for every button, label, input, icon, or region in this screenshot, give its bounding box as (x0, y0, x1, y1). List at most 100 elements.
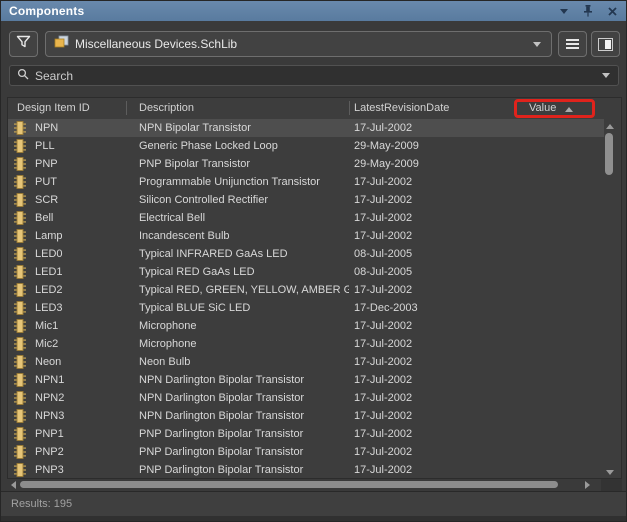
component-row[interactable]: PNP PNP Bipolar Transistor 29-May-2009 (8, 155, 604, 173)
filter-funnel-icon (16, 35, 31, 53)
component-row[interactable]: SCR Silicon Controlled Rectifier 17-Jul-… (8, 191, 604, 209)
component-chip-icon (13, 247, 27, 264)
cell-description: Incandescent Bulb (139, 230, 349, 242)
cell-design-item-id: NPN (35, 122, 130, 134)
cell-description: NPN Darlington Bipolar Transistor (139, 374, 349, 386)
component-row[interactable]: PUT Programmable Unijunction Transistor … (8, 173, 604, 191)
cell-description: Neon Bulb (139, 356, 349, 368)
table-header: Design Item ID Description LatestRevisio… (8, 98, 621, 119)
library-selector-value: Miscellaneous Devices.SchLib (75, 37, 237, 51)
component-chip-icon (13, 211, 27, 228)
results-count: Results: 195 (11, 498, 72, 510)
panel-menu-down-icon[interactable] (558, 5, 570, 17)
vertical-scrollbar[interactable] (603, 119, 618, 479)
component-row[interactable]: NPN NPN Bipolar Transistor 17-Jul-2002 (8, 119, 604, 137)
component-row[interactable]: PLL Generic Phase Locked Loop 29-May-200… (8, 137, 604, 155)
cell-design-item-id: PNP1 (35, 428, 130, 440)
cell-design-item-id: PUT (35, 176, 130, 188)
component-row[interactable]: Lamp Incandescent Bulb 17-Jul-2002 (8, 227, 604, 245)
cell-design-item-id: Lamp (35, 230, 130, 242)
cell-description: Typical RED, GREEN, YELLOW, AMBER Ga... (139, 284, 349, 296)
component-row[interactable]: Mic1 Microphone 17-Jul-2002 (8, 317, 604, 335)
cell-design-item-id: SCR (35, 194, 130, 206)
component-row[interactable]: LED0 Typical INFRARED GaAs LED 08-Jul-20… (8, 245, 604, 263)
vertical-scrollbar-thumb[interactable] (605, 133, 613, 175)
cell-design-item-id: PLL (35, 140, 130, 152)
component-row[interactable]: Neon Neon Bulb 17-Jul-2002 (8, 353, 604, 371)
cell-design-item-id: Mic1 (35, 320, 130, 332)
titlebar-controls (558, 1, 618, 21)
column-header-latest-revision-date[interactable]: LatestRevisionDate (354, 102, 449, 114)
component-chip-icon (13, 319, 27, 336)
column-header-design-item-id[interactable]: Design Item ID (17, 102, 90, 114)
cell-revision-date: 17-Jul-2002 (354, 194, 454, 206)
cell-design-item-id: PNP3 (35, 464, 130, 476)
component-chip-icon (13, 193, 27, 210)
cell-revision-date: 17-Jul-2002 (354, 428, 454, 440)
status-bar: Results: 195 (1, 491, 626, 516)
component-row[interactable]: PNP3 PNP Darlington Bipolar Transistor 1… (8, 461, 604, 479)
cell-revision-date: 17-Jul-2002 (354, 374, 454, 386)
component-row[interactable]: Bell Electrical Bell 17-Jul-2002 (8, 209, 604, 227)
cell-revision-date: 17-Jul-2002 (354, 122, 454, 134)
component-chip-icon (13, 391, 27, 408)
list-view-button[interactable] (558, 31, 587, 57)
component-chip-icon (13, 373, 27, 390)
cell-design-item-id: NPN1 (35, 374, 130, 386)
column-divider[interactable] (349, 101, 350, 115)
cell-revision-date: 17-Jul-2002 (354, 320, 454, 332)
component-row[interactable]: NPN3 NPN Darlington Bipolar Transistor 1… (8, 407, 604, 425)
pin-icon[interactable] (582, 5, 594, 17)
cell-description: Silicon Controlled Rectifier (139, 194, 349, 206)
scroll-right-icon[interactable] (585, 481, 590, 489)
search-dropdown-icon[interactable] (602, 73, 610, 78)
cell-description: Programmable Unijunction Transistor (139, 176, 349, 188)
scroll-down-icon[interactable] (606, 470, 614, 475)
cell-revision-date: 17-Jul-2002 (354, 212, 454, 224)
component-chip-icon (13, 445, 27, 462)
library-selector[interactable]: Miscellaneous Devices.SchLib (45, 31, 552, 57)
cell-description: Electrical Bell (139, 212, 349, 224)
component-row[interactable]: NPN1 NPN Darlington Bipolar Transistor 1… (8, 371, 604, 389)
scroll-up-icon[interactable] (606, 124, 614, 129)
search-box (9, 65, 619, 86)
cell-revision-date: 17-Jul-2002 (354, 176, 454, 188)
panel-bottom-edge (1, 516, 626, 522)
chevron-down-icon (533, 42, 541, 47)
cell-description: Microphone (139, 320, 349, 332)
component-chip-icon (13, 157, 27, 174)
cell-revision-date: 17-Jul-2002 (354, 392, 454, 404)
component-row[interactable]: NPN2 NPN Darlington Bipolar Transistor 1… (8, 389, 604, 407)
component-row[interactable]: LED3 Typical BLUE SiC LED 17-Dec-2003 (8, 299, 604, 317)
cell-revision-date: 17-Jul-2002 (354, 338, 454, 350)
component-row[interactable]: PNP2 PNP Darlington Bipolar Transistor 1… (8, 443, 604, 461)
cell-revision-date: 17-Jul-2002 (354, 446, 454, 458)
component-row[interactable]: LED2 Typical RED, GREEN, YELLOW, AMBER G… (8, 281, 604, 299)
column-divider[interactable] (126, 101, 127, 115)
cell-description: PNP Darlington Bipolar Transistor (139, 428, 349, 440)
horizontal-scrollbar-thumb[interactable] (20, 481, 558, 488)
cell-revision-date: 08-Jul-2005 (354, 248, 454, 260)
search-input[interactable] (35, 69, 602, 83)
component-chip-icon (13, 265, 27, 282)
component-row[interactable]: PNP1 PNP Darlington Bipolar Transistor 1… (8, 425, 604, 443)
cell-design-item-id: Neon (35, 356, 130, 368)
panel-titlebar: Components (1, 1, 626, 21)
cell-description: Typical BLUE SiC LED (139, 302, 349, 314)
sort-ascending-icon (565, 107, 573, 112)
component-chip-icon (13, 409, 27, 426)
cell-revision-date: 29-May-2009 (354, 140, 454, 152)
component-row[interactable]: Mic2 Microphone 17-Jul-2002 (8, 335, 604, 353)
column-header-description[interactable]: Description (139, 102, 194, 114)
component-row[interactable]: LED1 Typical RED GaAs LED 08-Jul-2005 (8, 263, 604, 281)
horizontal-scrollbar[interactable] (7, 479, 622, 491)
scroll-left-icon[interactable] (11, 481, 16, 489)
cell-design-item-id: PNP2 (35, 446, 130, 458)
cell-description: Typical RED GaAs LED (139, 266, 349, 278)
column-header-value[interactable]: Value (529, 102, 556, 114)
filter-button[interactable] (9, 31, 38, 57)
cell-description: PNP Darlington Bipolar Transistor (139, 446, 349, 458)
close-icon[interactable] (606, 5, 618, 17)
cell-design-item-id: NPN2 (35, 392, 130, 404)
split-view-button[interactable] (591, 31, 620, 57)
